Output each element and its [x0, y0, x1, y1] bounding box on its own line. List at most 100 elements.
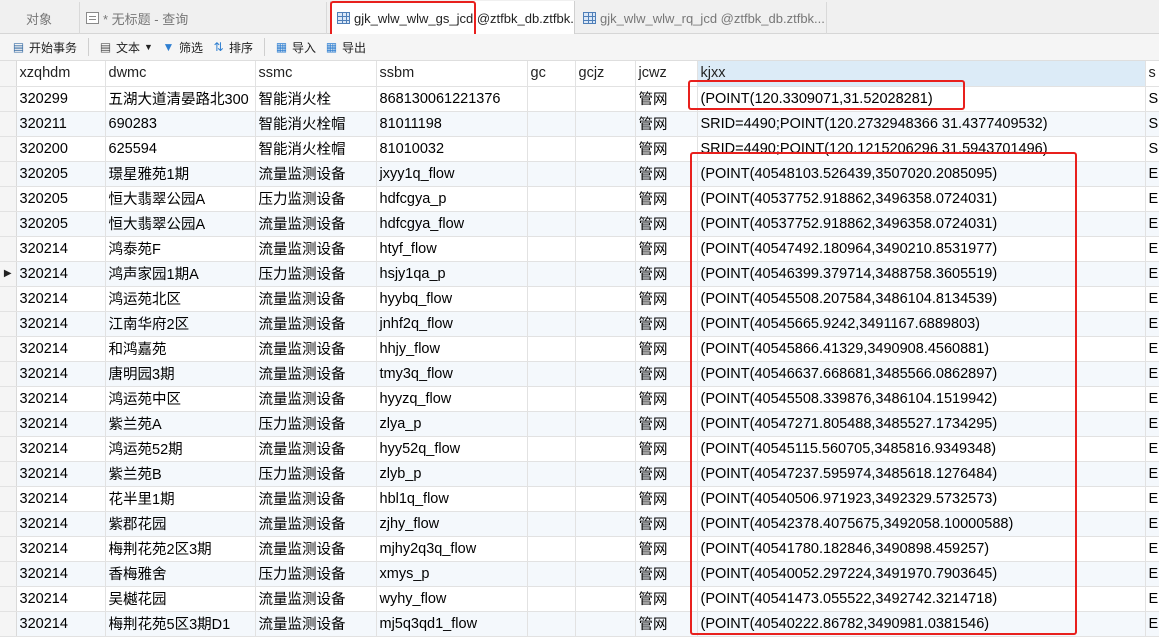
cell-dwmc[interactable]: 鸿运苑北区: [105, 286, 256, 312]
cell-jcwz[interactable]: 管网: [635, 286, 698, 312]
cell-dwmc[interactable]: 璟星雅苑1期: [105, 161, 256, 187]
cell-dwmc[interactable]: 恒大翡翠公园A: [105, 211, 256, 237]
cell-s[interactable]: S: [1145, 136, 1159, 162]
cell-xzqhdm[interactable]: 320299: [16, 86, 106, 112]
cell-ssbm[interactable]: wyhy_flow: [376, 586, 528, 612]
row-indicator[interactable]: [0, 111, 17, 137]
cell-gc[interactable]: [527, 236, 576, 262]
cell-ssbm[interactable]: xmys_p: [376, 561, 528, 587]
cell-ssmc[interactable]: 流量监测设备: [255, 386, 377, 412]
cell-ssbm[interactable]: hyy52q_flow: [376, 436, 528, 462]
cell-gc[interactable]: [527, 511, 576, 537]
cell-xzqhdm[interactable]: 320205: [16, 211, 106, 237]
cell-jcwz[interactable]: 管网: [635, 211, 698, 237]
cell-gc[interactable]: [527, 311, 576, 337]
cell-gcjz[interactable]: [575, 486, 636, 512]
cell-ssbm[interactable]: mjhy2q3q_flow: [376, 536, 528, 562]
cell-jcwz[interactable]: 管网: [635, 136, 698, 162]
row-indicator[interactable]: [0, 511, 17, 537]
cell-xzqhdm[interactable]: 320214: [16, 311, 106, 337]
cell-s[interactable]: E: [1145, 536, 1159, 562]
row-indicator[interactable]: [0, 211, 17, 237]
cell-gc[interactable]: [527, 286, 576, 312]
cell-gcjz[interactable]: [575, 161, 636, 187]
cell-xzqhdm[interactable]: 320214: [16, 386, 106, 412]
column-header-s[interactable]: s: [1145, 61, 1159, 87]
column-header-ssmc[interactable]: ssmc: [255, 61, 377, 87]
row-indicator[interactable]: [0, 536, 17, 562]
cell-xzqhdm[interactable]: 320214: [16, 611, 106, 637]
cell-jcwz[interactable]: 管网: [635, 461, 698, 487]
cell-s[interactable]: E: [1145, 486, 1159, 512]
sort-button[interactable]: ⇅ 排序: [208, 36, 256, 58]
cell-jcwz[interactable]: 管网: [635, 161, 698, 187]
cell-jcwz[interactable]: 管网: [635, 536, 698, 562]
cell-gc[interactable]: [527, 586, 576, 612]
cell-ssmc[interactable]: 流量监测设备: [255, 611, 377, 637]
cell-dwmc[interactable]: 香梅雅舍: [105, 561, 256, 587]
cell-gcjz[interactable]: [575, 111, 636, 137]
cell-xzqhdm[interactable]: 320205: [16, 186, 106, 212]
cell-ssmc[interactable]: 压力监测设备: [255, 411, 377, 437]
cell-gcjz[interactable]: [575, 286, 636, 312]
cell-s[interactable]: E: [1145, 236, 1159, 262]
cell-dwmc[interactable]: 唐明园3期: [105, 361, 256, 387]
table-row[interactable]: 320299 五湖大道清晏路北300 智能消火栓 868130061221376 管网(…: [0, 86, 1159, 112]
export-button[interactable]: ▦ 导出: [321, 36, 369, 58]
cell-ssbm[interactable]: hdfcgya_flow: [376, 211, 528, 237]
cell-gc[interactable]: [527, 611, 576, 637]
cell-xzqhdm[interactable]: 320214: [16, 561, 106, 587]
cell-ssbm[interactable]: 81011198: [376, 111, 528, 137]
cell-ssmc[interactable]: 压力监测设备: [255, 261, 377, 287]
row-indicator[interactable]: [0, 586, 17, 612]
cell-dwmc[interactable]: 梅荆花苑2区3期: [105, 536, 256, 562]
cell-gc[interactable]: [527, 386, 576, 412]
cell-dwmc[interactable]: 鸿泰苑F: [105, 236, 256, 262]
cell-jcwz[interactable]: 管网: [635, 311, 698, 337]
cell-xzqhdm[interactable]: 320214: [16, 236, 106, 262]
cell-xzqhdm[interactable]: 320214: [16, 361, 106, 387]
cell-ssbm[interactable]: mj5q3qd1_flow: [376, 611, 528, 637]
cell-s[interactable]: E: [1145, 286, 1159, 312]
row-indicator[interactable]: [0, 136, 17, 162]
column-header-gcjz[interactable]: gcjz: [575, 61, 636, 87]
cell-ssmc[interactable]: 流量监测设备: [255, 511, 377, 537]
row-indicator[interactable]: [0, 386, 17, 412]
cell-ssmc[interactable]: 流量监测设备: [255, 336, 377, 362]
row-indicator[interactable]: [0, 161, 17, 187]
cell-s[interactable]: E: [1145, 161, 1159, 187]
cell-kjxx[interactable]: SRID=4490;POINT(120.2732948366 31.437740…: [697, 111, 1146, 137]
cell-dwmc[interactable]: 鸿运苑中区: [105, 386, 256, 412]
cell-gcjz[interactable]: [575, 236, 636, 262]
cell-ssmc[interactable]: 智能消火栓帽: [255, 136, 377, 162]
cell-xzqhdm[interactable]: 320214: [16, 286, 106, 312]
begin-transaction-button[interactable]: ▤ 开始事务: [8, 36, 80, 58]
text-view-button[interactable]: ▤ 文本 ▼: [95, 36, 156, 58]
cell-ssmc[interactable]: 流量监测设备: [255, 161, 377, 187]
cell-ssbm[interactable]: jxyy1q_flow: [376, 161, 528, 187]
cell-gcjz[interactable]: [575, 261, 636, 287]
cell-ssbm[interactable]: 81010032: [376, 136, 528, 162]
cell-jcwz[interactable]: 管网: [635, 261, 698, 287]
cell-xzqhdm[interactable]: 320211: [16, 111, 106, 137]
cell-xzqhdm[interactable]: 320200: [16, 136, 106, 162]
cell-xzqhdm[interactable]: 320214: [16, 336, 106, 362]
row-indicator[interactable]: [0, 461, 17, 487]
cell-jcwz[interactable]: 管网: [635, 486, 698, 512]
tab-untitled-query[interactable]: * 无标题 - 查询: [80, 2, 327, 34]
cell-ssmc[interactable]: 压力监测设备: [255, 461, 377, 487]
cell-ssmc[interactable]: 智能消火栓: [255, 86, 377, 112]
cell-gcjz[interactable]: [575, 461, 636, 487]
cell-ssbm[interactable]: hyybq_flow: [376, 286, 528, 312]
cell-gc[interactable]: [527, 436, 576, 462]
cell-xzqhdm[interactable]: 320214: [16, 411, 106, 437]
cell-s[interactable]: E: [1145, 336, 1159, 362]
cell-dwmc[interactable]: 紫兰苑B: [105, 461, 256, 487]
cell-ssbm[interactable]: 868130061221376: [376, 86, 528, 112]
tab-rq-jcd-table[interactable]: gjk_wlw_wlw_rq_jcd @ztfbk_db.ztfbk...: [577, 2, 827, 34]
cell-ssbm[interactable]: htyf_flow: [376, 236, 528, 262]
cell-jcwz[interactable]: 管网: [635, 386, 698, 412]
cell-ssmc[interactable]: 压力监测设备: [255, 186, 377, 212]
cell-gc[interactable]: [527, 461, 576, 487]
cell-gc[interactable]: [527, 411, 576, 437]
